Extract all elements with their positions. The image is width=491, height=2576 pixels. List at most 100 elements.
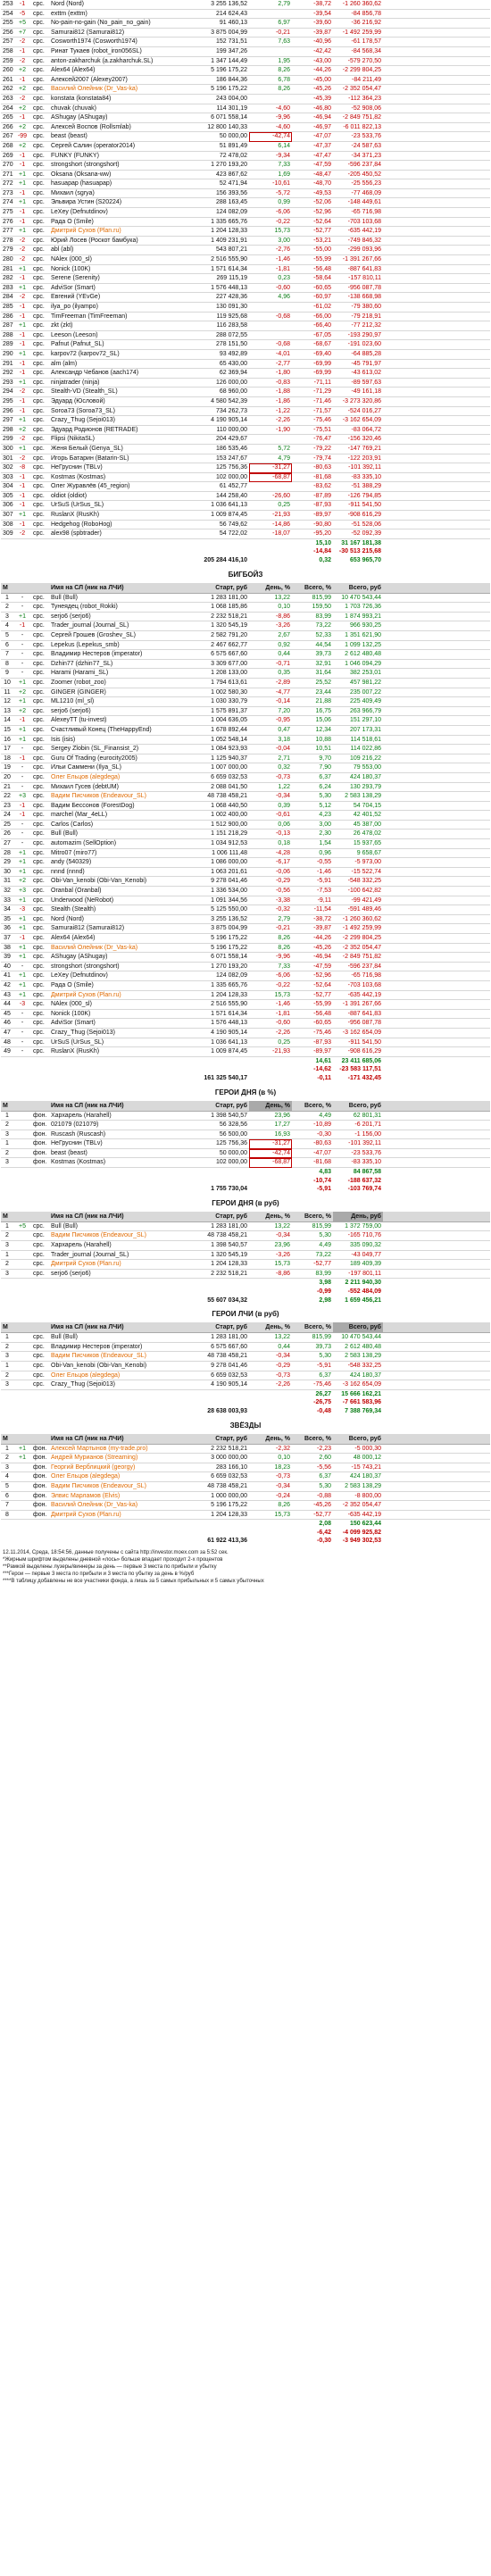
type-cell: срс.: [31, 57, 49, 67]
type-cell: срс.: [31, 679, 49, 688]
rank-cell: 272: [1, 179, 13, 189]
change-cell: [13, 1501, 31, 1511]
change-cell: +2: [13, 66, 31, 76]
rank-cell: 262: [1, 85, 13, 95]
row-filler: [383, 1270, 490, 1280]
totals-blank: [249, 539, 292, 548]
start-cell: 4 580 542,39: [192, 397, 249, 407]
start-cell: 1 283 181,00: [192, 1333, 249, 1343]
name-cell: Trader_journal (Journal_SL): [49, 1251, 192, 1261]
total-pct-cell: -11,54: [292, 905, 333, 915]
day-pct-cell: 0,92: [249, 641, 292, 651]
total-pct-cell: 31,64: [292, 669, 333, 679]
start-cell: 5 196 175,22: [192, 1501, 249, 1511]
total-pct-cell: -89,97: [292, 511, 333, 521]
total-rub-cell: -205 450,52: [333, 171, 383, 180]
totals-blank: [31, 556, 49, 565]
name-cell: zkt (zkt): [49, 321, 192, 331]
start-cell: 1 091 344,56: [192, 896, 249, 906]
day-pct-cell: 8,26: [249, 66, 292, 76]
row-filler: [383, 905, 490, 915]
total-pct-cell: -79,22: [292, 445, 333, 454]
start-cell: 1 084 923,93: [192, 745, 249, 754]
day-pct-cell: 2,79: [249, 0, 292, 10]
total-pct-cell: -1,46: [292, 868, 333, 878]
type-cell: срс.: [31, 198, 49, 209]
change-cell: +7: [13, 29, 31, 38]
name-cell: AShugay (AShugay): [49, 113, 192, 123]
total-pct-cell: -52,64: [292, 218, 333, 228]
rank-cell: 3: [1, 1380, 13, 1390]
rank-cell: 5: [1, 631, 13, 641]
total-rub-cell: -65 716,98: [333, 208, 383, 218]
totals-blank: [1, 556, 13, 565]
totals-blank: [249, 1537, 292, 1546]
rank-cell: 1: [1, 1333, 13, 1343]
day-pct-cell: -3,26: [249, 1251, 292, 1261]
total-rub-cell: -2 299 804,25: [333, 66, 383, 76]
rank-cell: 21: [1, 783, 13, 793]
name-cell: Carlos (Carlos): [49, 821, 192, 830]
row-filler: [383, 1511, 490, 1521]
start-cell: 4 190 905,14: [192, 1029, 249, 1038]
change-cell: [13, 1492, 31, 1502]
rank-cell: 41: [1, 971, 13, 981]
rank-cell: 3: [1, 613, 13, 622]
change-cell: -1: [13, 303, 31, 313]
total-pct-cell: -79,74: [292, 454, 333, 464]
day-pct-cell: -9,96: [249, 113, 292, 123]
total-pct-cell: -61,02: [292, 303, 333, 313]
name-cell: Михаил Гусев (debtUM): [49, 783, 192, 793]
start-cell: 243 004,00: [192, 95, 249, 104]
start-cell: 1 398 540,57: [192, 1241, 249, 1251]
row-filler: [383, 802, 490, 812]
column-header: Всего, %: [292, 1100, 333, 1112]
name-cell: ML1210 (ml_sl): [49, 697, 192, 707]
change-cell: +1: [13, 915, 31, 925]
day-pct-cell: 8,26: [249, 1501, 292, 1511]
day-pct-cell: 6,78: [249, 76, 292, 86]
change-cell: [13, 1472, 31, 1482]
change-cell: -: [13, 773, 31, 783]
column-header: Всего, %: [292, 582, 333, 594]
type-cell: срс.: [31, 736, 49, 746]
start-cell: 9 278 041,46: [192, 1362, 249, 1371]
row-filler: [383, 340, 490, 350]
change-cell: -: [13, 1019, 31, 1029]
day-pct-cell: -0,68: [249, 340, 292, 350]
totals-blank: [13, 1390, 31, 1399]
rank-cell: 299: [1, 435, 13, 445]
totals-blank: [31, 1288, 49, 1296]
row-filler: [383, 57, 490, 67]
start-cell: 9 278 041,46: [192, 877, 249, 888]
type-cell: срс.: [31, 829, 49, 840]
total-rub-cell: -1 492 259,99: [333, 29, 383, 38]
day-pct-cell: 0,10: [249, 1454, 292, 1463]
start-cell: 125 756,36: [192, 1139, 249, 1149]
total-rub-cell: -101 392,11: [333, 463, 383, 473]
total-rub-cell: -52 908,06: [333, 104, 383, 114]
column-header: М: [1, 1211, 13, 1222]
change-cell: -: [13, 745, 31, 754]
name-cell: Хархарель (Harahell): [49, 1241, 192, 1251]
row-filler: [383, 95, 490, 104]
name-cell: Рада О (Smile): [49, 981, 192, 991]
day-pct-cell: -8,86: [249, 613, 292, 622]
column-header: Всего, руб: [333, 1100, 383, 1112]
type-cell: срс.: [31, 227, 49, 237]
total-rub-cell: 48 000,12: [333, 1454, 383, 1463]
total-rub-cell: -83 335,10: [333, 473, 383, 483]
name-cell: UrSuS (UrSus_SL): [49, 501, 192, 512]
start-cell: 1 002 580,30: [192, 688, 249, 698]
type-cell: срс.: [31, 132, 49, 142]
name-cell: Андрей Мурианов (Streaming): [49, 1454, 192, 1463]
total-rub-cell: 966 930,25: [333, 621, 383, 631]
day-pct-cell: -0,29: [249, 877, 292, 888]
name-cell: Obi-Van_kenobi (Obi-Van_Kenobi): [49, 877, 192, 888]
day-pct-cell: -0,95: [249, 716, 292, 726]
total-pct-cell: -80,63: [292, 463, 333, 473]
day-pct-cell: -8,86: [249, 1270, 292, 1280]
name-cell: Эльвира Устин (S20224): [49, 198, 192, 209]
type-cell: срс.: [31, 726, 49, 736]
row-filler: [383, 679, 490, 688]
